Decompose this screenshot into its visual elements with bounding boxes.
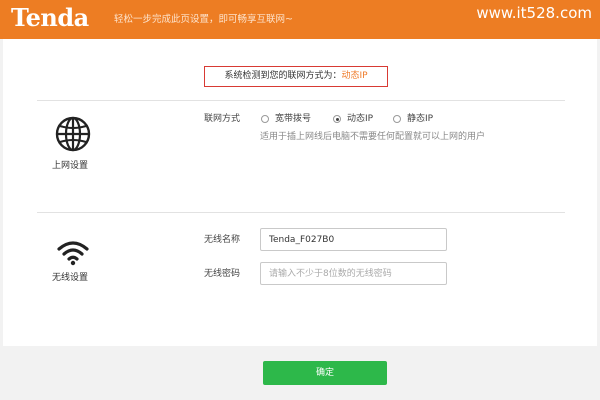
radio-label-pppoe[interactable]: 宽带拨号 [275,113,311,125]
ssid-label: 无线名称 [204,235,241,245]
wifi-password-label: 无线密码 [204,269,241,279]
tenda-logo: Tenda [11,3,89,32]
wifi-password-input[interactable] [260,262,447,285]
radio-label-static-ip[interactable]: 静态IP [407,113,433,125]
wifi-icon [57,241,89,266]
divider-top [37,100,565,101]
detected-value: 动态IP [341,71,368,81]
radio-static-ip[interactable] [393,115,401,123]
section-label-internet: 上网设置 [52,161,89,171]
connection-hint: 适用于插上网线后电脑不需要任何配置就可以上网的用户 [260,132,486,142]
section-label-wireless: 无线设置 [52,273,89,283]
ssid-input[interactable] [260,228,447,251]
radio-label-dynamic-ip[interactable]: 动态IP [347,113,373,125]
site-watermark: www.it528.com [476,4,592,22]
detected-connection-banner: 系统检测到您的联网方式为：动态IP [204,66,388,87]
confirm-button[interactable]: 确定 [263,361,387,385]
radio-dynamic-ip[interactable] [333,115,341,123]
globe-icon [55,116,91,152]
connection-type-label: 联网方式 [204,114,241,124]
top-banner: Tenda 轻松一步完成此页设置，即可畅享互联网~ www.it528.com [0,0,600,39]
radio-pppoe[interactable] [261,115,269,123]
detected-label: 系统检测到您的联网方式为： [224,71,342,81]
divider-middle [37,212,565,213]
banner-subtitle: 轻松一步完成此页设置，即可畅享互联网~ [114,14,293,25]
